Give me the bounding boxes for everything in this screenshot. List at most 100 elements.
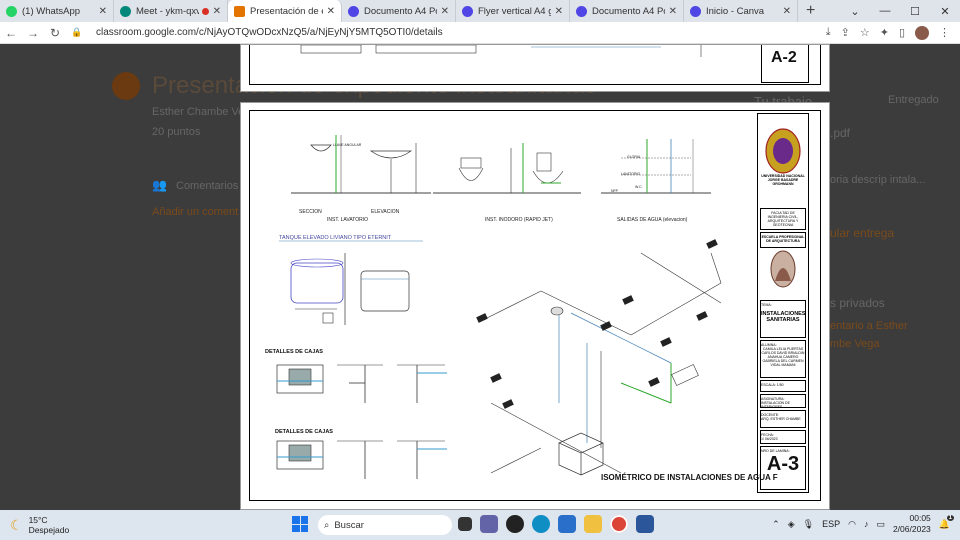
taskbar-search[interactable]: ⌕ Buscar [318, 515, 452, 535]
wifi-icon[interactable]: ◠ [848, 519, 856, 530]
battery-icon[interactable]: ▭ [876, 519, 885, 530]
forward-icon[interactable]: → [22, 26, 44, 40]
language-icon[interactable]: ESP [822, 519, 840, 529]
close-icon[interactable]: ✕ [555, 6, 563, 17]
chevron-up-icon[interactable]: ⌃ [772, 519, 780, 530]
date-cell: FECHA: 1/ 06/2023 [760, 430, 806, 444]
tab-label: Documento A4 Portai [592, 5, 665, 17]
author-text: Esther Chambe Ve [152, 106, 245, 118]
tab-flyer[interactable]: Flyer vertical A4 gim ✕ [456, 0, 570, 22]
tema-label: TEMA: [761, 303, 772, 307]
url-field[interactable]: classroom.google.com/c/NjAyOTQwODcxNzQ5/… [96, 27, 826, 38]
label-inst-lavatorio: INST. LAVATORIO [327, 217, 369, 223]
minimize-button[interactable]: — [870, 5, 900, 17]
assignment-icon [112, 72, 140, 100]
close-icon[interactable]: ✕ [783, 6, 791, 17]
new-tab-button[interactable]: + [806, 2, 815, 20]
chrome-icon[interactable] [610, 515, 628, 533]
volume-icon[interactable]: ♪ [864, 519, 869, 529]
browser-tab-strip: (1) WhatsApp ✕ Meet - ykm-qxvt ✕ Present… [0, 0, 960, 22]
extensions-icon[interactable]: ✦ [880, 26, 889, 39]
edge-icon[interactable] [532, 515, 550, 533]
canva-icon [690, 5, 701, 17]
windows-start-icon[interactable] [292, 516, 308, 532]
sidepanel-icon[interactable]: ▯ [899, 26, 905, 39]
close-icon[interactable]: ✕ [99, 6, 107, 17]
add-comment-link[interactable]: Añadir un coment [152, 206, 238, 218]
canva-icon [462, 5, 473, 17]
label-gloria: GLORIA [627, 155, 641, 159]
whatsapp-icon [6, 5, 17, 17]
attachment-memoria[interactable]: oria descrip intala... [830, 174, 925, 186]
clock[interactable]: 00:05 2/06/2023 [893, 513, 931, 535]
tab-documento-a4[interactable]: Documento A4 Portai ✕ [342, 0, 456, 22]
label-llave-angular: LLAVE ANGULAR [333, 143, 362, 147]
install-icon[interactable]: ⤓ [826, 26, 831, 39]
security-icon[interactable]: ◈ [788, 519, 795, 530]
word-icon[interactable] [636, 515, 654, 533]
close-icon[interactable]: ✕ [669, 6, 677, 17]
tab-label: Inicio - Canva [706, 5, 765, 17]
tab-documento-a4-2[interactable]: Documento A4 Portai ✕ [570, 0, 684, 22]
tab-label: (1) WhatsApp [22, 5, 81, 17]
menu-icon[interactable]: ⋮ [939, 26, 950, 39]
reload-icon[interactable]: ↻ [44, 26, 66, 40]
faculty-name: FACULTAD DE INGENIERIA CIVIL, ARQUITECTU… [760, 208, 806, 230]
dell-icon[interactable] [506, 515, 524, 533]
cancel-submission-button[interactable]: ular entrega [830, 226, 894, 240]
escala-label: ESCALA: [761, 383, 776, 387]
store-icon[interactable] [558, 515, 576, 533]
search-icon: ⌕ [324, 519, 330, 531]
label-salidas: SALIDAS DE AGUA (elevacion) [617, 217, 688, 223]
teacher-value: ARQ. ESTHER CHAMBE [761, 417, 801, 421]
meet-icon [120, 5, 131, 17]
close-icon[interactable]: ✕ [213, 6, 221, 17]
microphone-icon[interactable]: 🎙 [803, 519, 814, 530]
topic-title: INSTALACIONES SANITARIAS [761, 311, 806, 323]
points-text: 20 puntos [152, 126, 201, 138]
attachment-pdf[interactable]: .pdf [830, 126, 850, 140]
task-view-icon[interactable] [458, 517, 472, 531]
tab-meet[interactable]: Meet - ykm-qxvt ✕ [114, 0, 228, 22]
pdf-page-previous: A-2 [240, 44, 830, 92]
tab-whatsapp[interactable]: (1) WhatsApp ✕ [0, 0, 114, 22]
browser-tools: ⤓ ⇪ ☆ ✦ ▯ ⋮ [826, 25, 950, 40]
recording-icon [201, 7, 209, 15]
share-icon[interactable]: ⇪ [841, 26, 850, 39]
subject-value: INSTALACION DE INTERIORES [761, 401, 790, 409]
back-icon[interactable]: ← [0, 26, 22, 40]
tab-search-icon[interactable]: ⌄ [840, 5, 870, 18]
label-detalles-cajas-2: DETALLES DE CAJAS [275, 429, 333, 435]
scale-cell: ESCALA: 1/50 [760, 380, 806, 392]
canva-icon [348, 5, 359, 17]
file-explorer-icon[interactable] [584, 515, 602, 533]
maximize-button[interactable]: ☐ [900, 5, 930, 18]
label-elevacion: ELEVACION [371, 209, 400, 215]
bookmark-star-icon[interactable]: ☆ [860, 26, 870, 39]
students-cell: ALUMNA: CAMILA LELIA PUERTAS CARLOS DAVI… [760, 340, 806, 378]
label-wc: W.C. [635, 185, 643, 189]
label-tanque: TANQUE ELEVADO LIVIANO TIPO ETERNIT [279, 235, 392, 241]
plumbing-drawing [276, 128, 801, 479]
system-tray: ⌃ ◈ 🎙 ESP ◠ ♪ ▭ 00:05 2/06/2023 🔔 1 [772, 513, 954, 535]
lock-icon[interactable]: 🔒 [66, 27, 88, 38]
scale-value: 1/50 [776, 383, 784, 387]
tab-canva[interactable]: Inicio - Canva ✕ [684, 0, 798, 22]
page-content: Presentación de expediente instsanitaria… [0, 44, 960, 510]
label-inst-inodoro: INST. INODORO (RAPID JET) [485, 217, 553, 223]
notifications-icon[interactable]: 🔔 1 [939, 514, 954, 530]
chat-icon[interactable] [480, 515, 498, 533]
private-comment-link[interactable]: entario a Esther [830, 320, 908, 332]
close-icon[interactable]: ✕ [441, 6, 449, 17]
pdf-page-current: SECCION ELEVACION INST. LAVATORIO INST. … [240, 102, 830, 510]
close-window-button[interactable]: ✕ [930, 5, 960, 18]
tab-classroom[interactable]: Presentación de expe ✕ [228, 0, 342, 22]
status-badge: Entregado [888, 94, 939, 106]
weather-widget[interactable]: ☾ 15°C Despejado [10, 515, 69, 535]
weather-text: Despejado [28, 525, 70, 535]
close-icon[interactable]: ✕ [327, 6, 335, 17]
avatar[interactable] [915, 25, 929, 40]
window-controls: ⌄ — ☐ ✕ [840, 0, 960, 22]
private-comment-link-2[interactable]: mbe Vega [830, 338, 880, 350]
canva-icon [576, 5, 587, 17]
